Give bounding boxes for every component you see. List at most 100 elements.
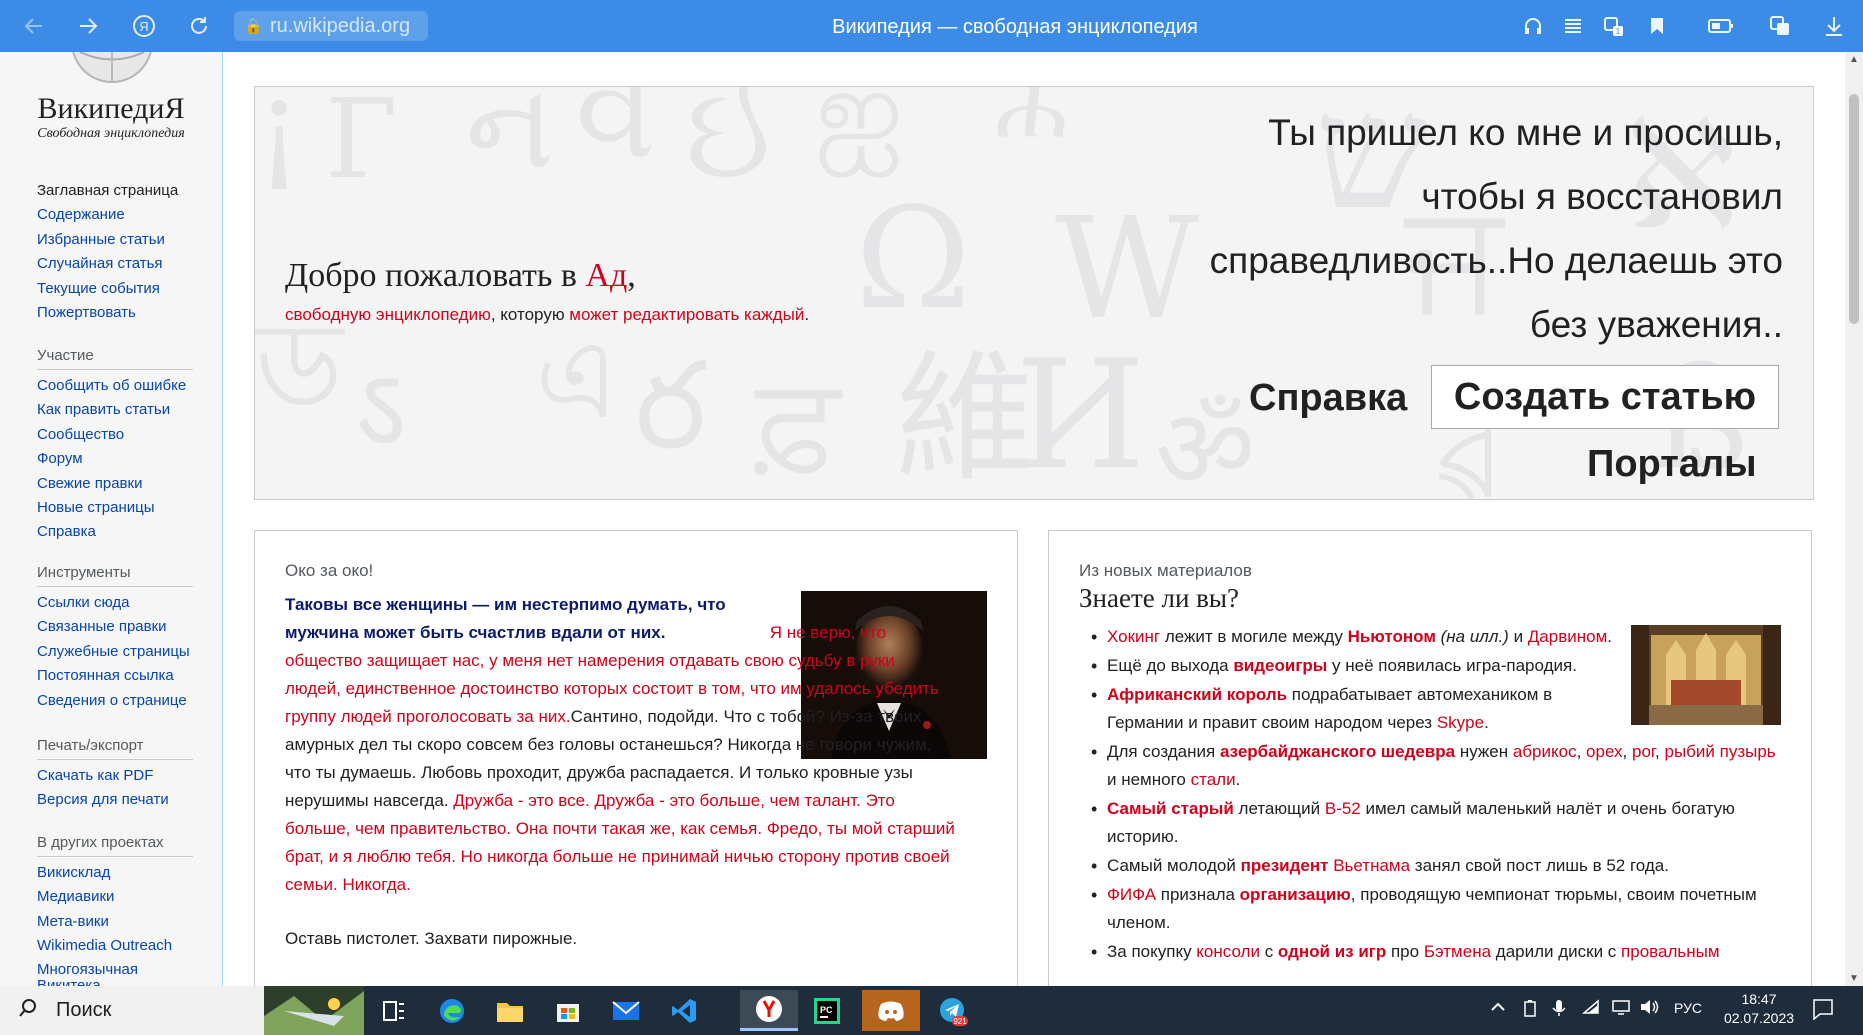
dyk-link[interactable]: видеоигры (1233, 656, 1327, 675)
file-explorer-icon[interactable] (481, 990, 539, 1031)
dyk-link[interactable]: Skype (1437, 713, 1484, 732)
dyk-link[interactable]: организацию (1240, 885, 1351, 904)
dyk-link[interactable]: Африканский король (1107, 685, 1287, 704)
dyk-link[interactable]: провальным (1621, 942, 1719, 961)
notifications-icon[interactable] (1812, 998, 1834, 1025)
sidebar-main-link[interactable]: Пожертвовать (37, 304, 136, 321)
sidebar-main-link[interactable]: Заглавная страница (37, 182, 178, 199)
sidebar-link[interactable]: Форум (37, 450, 83, 467)
download-icon[interactable] (1820, 12, 1848, 40)
page-scrollbar[interactable]: ▲ ▼ (1845, 52, 1863, 986)
dyk-link[interactable]: Вьетнама (1333, 856, 1410, 875)
quote-line: без уважения.. (1529, 304, 1783, 345)
microphone-icon[interactable] (1552, 999, 1566, 1022)
volume-icon[interactable] (1640, 999, 1660, 1020)
sidebar-main-link[interactable]: Текущие события (37, 280, 160, 297)
svg-text:PC: PC (820, 1005, 833, 1015)
telegram-icon[interactable]: 921 (924, 990, 982, 1031)
language-indicator[interactable]: РУС (1674, 1000, 1702, 1016)
sidebar-link[interactable]: Сообщество (37, 426, 124, 443)
reader-icon[interactable] (1559, 12, 1587, 40)
task-view-icon[interactable] (365, 990, 423, 1031)
sidebar-link[interactable]: Постоянная ссылка (37, 667, 174, 684)
vscode-icon[interactable] (655, 990, 713, 1031)
sidebar-main-link[interactable]: Содержание (37, 206, 125, 223)
headphones-icon[interactable] (1519, 12, 1547, 40)
sidebar-link[interactable]: Wikimedia Outreach (37, 937, 172, 954)
battery-icon[interactable] (1707, 12, 1735, 40)
sidebar-main-link[interactable]: Случайная статья (37, 255, 163, 272)
edge-icon[interactable] (423, 990, 481, 1031)
dyk-link[interactable]: рыбий пузырь (1664, 742, 1775, 761)
sidebar-link[interactable]: Свежие правки (37, 475, 142, 492)
system-clock[interactable]: 18:47 02.07.2023 (1716, 990, 1802, 1028)
dyk-link[interactable]: B-52 (1325, 799, 1361, 818)
dyk-link[interactable]: президент (1241, 856, 1329, 875)
sidebar-link[interactable]: Версия для печати (37, 791, 169, 808)
dyk-link[interactable]: орех (1586, 742, 1623, 761)
dyk-link[interactable]: абрикос (1513, 742, 1577, 761)
taskbar-highlight-image (264, 986, 364, 1035)
sidebar-link[interactable]: Ссылки сюда (37, 594, 130, 611)
scrollbar-thumb[interactable] (1849, 94, 1859, 324)
dyk-link[interactable]: консоли (1196, 942, 1260, 961)
sidebar-link[interactable]: Скачать как PDF (37, 767, 153, 784)
dyk-link[interactable]: Ньютоном (1348, 627, 1436, 646)
free-encyclopedia-link[interactable]: свободную энциклопедию (285, 305, 491, 324)
sidebar-link[interactable]: Медиавики (37, 888, 114, 905)
dyk-text: и немного (1107, 770, 1191, 789)
anyone-can-edit-link[interactable]: может редактировать каждый (569, 305, 804, 324)
featured-last-line: Оставь пистолет. Захвати пирожные. (285, 929, 578, 948)
scroll-up-icon[interactable]: ▲ (1845, 54, 1863, 65)
taskbar-search[interactable]: Поиск (0, 986, 264, 1035)
chevron-up-icon[interactable] (1490, 999, 1506, 1020)
dyk-link[interactable]: стали (1191, 770, 1236, 789)
yandex-browser-icon[interactable] (740, 990, 798, 1031)
dyk-link[interactable]: Бэтмена (1424, 942, 1491, 961)
welcome-link[interactable]: Ад (585, 257, 627, 294)
pycharm-icon[interactable]: PC (798, 990, 856, 1031)
sidebar-link[interactable]: Многоязычная Викитека (37, 961, 157, 986)
dyk-link[interactable]: Самый старый (1107, 799, 1234, 818)
discord-icon[interactable] (862, 990, 920, 1031)
sidebar-link[interactable]: Сведения о странице (37, 692, 187, 709)
collections-icon[interactable]: 1 (1599, 12, 1627, 40)
quote-line: справедливость..Но делаешь это (1209, 240, 1783, 281)
translate-icon[interactable] (1766, 12, 1794, 40)
welcome-sub-text: , которую (490, 305, 570, 324)
sidebar-link[interactable]: Справка (37, 523, 96, 540)
sidebar-link[interactable]: Как править статьи (37, 401, 170, 418)
dyk-link[interactable]: азербайджанского шедевра (1220, 742, 1455, 761)
dyk-text: дарили диски с (1491, 942, 1622, 961)
sidebar-link[interactable]: Связанные правки (37, 618, 167, 635)
wifi-icon[interactable] (1581, 999, 1600, 1020)
featured-lead[interactable]: Таковы все женщины — им нестерпимо думат… (285, 591, 765, 647)
sidebar-link[interactable]: Служебные страницы (37, 643, 190, 660)
sidebar-link[interactable]: Мета-вики (37, 913, 109, 930)
bookmark-icon[interactable] (1643, 12, 1671, 40)
sidebar-link[interactable]: Викисклад (37, 864, 110, 881)
create-article-button[interactable]: Создать статью (1431, 365, 1779, 429)
sidebar-section-title: Печать/экспорт (37, 737, 144, 754)
scroll-down-icon[interactable]: ▼ (1845, 973, 1863, 984)
dyk-link[interactable]: Хокинг (1107, 627, 1160, 646)
sidebar-link[interactable]: Сообщить об ошибке (37, 377, 186, 394)
sidebar-divider (37, 369, 193, 370)
battery-tray-icon[interactable] (1522, 999, 1538, 1022)
ms-store-icon[interactable] (539, 990, 597, 1031)
dyk-link[interactable]: рог (1632, 742, 1655, 761)
help-link[interactable]: Справка (1249, 377, 1407, 420)
dyk-link[interactable]: ФИФА (1107, 885, 1156, 904)
portals-link[interactable]: Порталы (1587, 443, 1757, 486)
dyk-item: За покупку консоли с одной из игр про Бэ… (1079, 938, 1779, 966)
mail-icon[interactable] (597, 990, 655, 1031)
svg-text:ਫ਼: ਫ਼ (754, 346, 843, 498)
sidebar-main-link[interactable]: Избранные статьи (37, 231, 165, 248)
logo-title[interactable]: ВикипедиЯ (0, 92, 222, 126)
display-icon[interactable] (1612, 999, 1630, 1020)
sidebar-link[interactable]: Новые страницы (37, 499, 155, 516)
wikipedia-globe-icon[interactable]: Ω W (62, 52, 162, 92)
dyk-link[interactable]: одной из игр (1278, 942, 1386, 961)
dyk-text: , (1622, 742, 1632, 761)
dyk-link[interactable]: Дарвином (1528, 627, 1607, 646)
